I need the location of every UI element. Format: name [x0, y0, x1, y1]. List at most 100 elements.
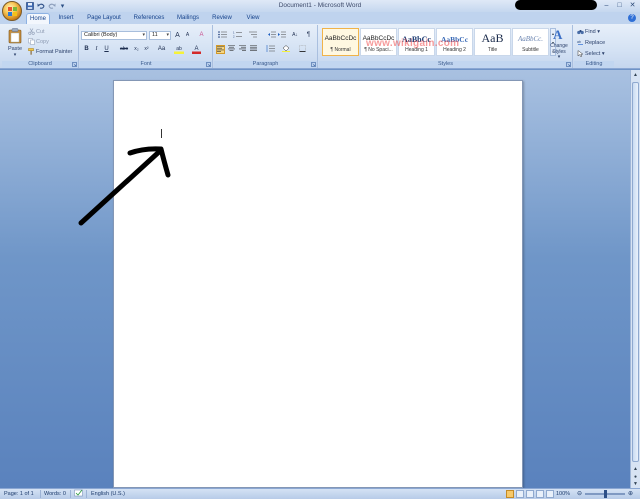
- language-indicator[interactable]: English (U.S.): [91, 489, 125, 499]
- close-button[interactable]: ✕: [627, 1, 638, 10]
- style-normal[interactable]: AaBbCcDc ¶ Normal: [322, 28, 359, 56]
- full-screen-reading-view-button[interactable]: [516, 490, 524, 498]
- bullets-button[interactable]: [216, 31, 229, 40]
- align-left-icon: [217, 46, 224, 52]
- tab-home[interactable]: Home: [26, 13, 50, 24]
- word-count[interactable]: Words: 0: [44, 489, 66, 499]
- ribbon: Paste ▾ Cut Copy Format Painter Clipboar…: [0, 24, 640, 69]
- zoom-level[interactable]: 100%: [556, 489, 570, 499]
- styles-dialog-launcher[interactable]: ↘: [566, 62, 571, 67]
- cut-button[interactable]: Cut: [28, 28, 45, 36]
- minimize-button[interactable]: ‒: [601, 1, 612, 10]
- scrollbar-thumb[interactable]: [632, 82, 639, 462]
- redacted-area: [515, 0, 597, 10]
- status-bar: Page: 1 of 1 Words: 0 English (U.S.) 100…: [0, 488, 640, 499]
- zoom-slider-handle[interactable]: [604, 490, 607, 498]
- zoom-out-icon[interactable]: ⊖: [577, 489, 582, 499]
- find-label: Find: [585, 29, 596, 35]
- clear-formatting-button[interactable]: A: [197, 31, 206, 40]
- copy-label: Copy: [36, 39, 49, 45]
- zoom-in-icon[interactable]: ⊕: [628, 489, 633, 499]
- underline-button[interactable]: U: [102, 45, 111, 54]
- decrease-indent-button[interactable]: [267, 31, 276, 40]
- highlight-button[interactable]: ab: [174, 45, 184, 54]
- shrink-font-button[interactable]: A: [183, 31, 192, 40]
- subscript-button[interactable]: x₂: [132, 45, 141, 54]
- font-name-combo[interactable]: Calibri (Body) ▾: [81, 31, 147, 40]
- draft-view-button[interactable]: [546, 490, 554, 498]
- vertical-scrollbar[interactable]: ▲ ▲ ● ▼: [630, 70, 640, 488]
- font-group: Calibri (Body) ▾ 11 ▾ A A A B I U abc x₂ x…: [80, 25, 213, 68]
- format-painter-button[interactable]: Format Painter: [28, 48, 72, 56]
- styles-group-label: Styles: [319, 61, 572, 68]
- style-name: Subtitle: [522, 47, 539, 53]
- font-size-combo[interactable]: 11 ▾: [149, 31, 171, 40]
- justify-button[interactable]: [249, 45, 258, 54]
- proofing-icon[interactable]: [74, 489, 84, 499]
- paste-button[interactable]: Paste ▾: [4, 27, 26, 59]
- shading-button[interactable]: [280, 45, 292, 54]
- style-name: ¶ Normal: [330, 47, 351, 53]
- replace-button[interactable]: ab Replace: [577, 39, 605, 47]
- grow-font-button[interactable]: A: [173, 31, 182, 40]
- binoculars-icon: [577, 28, 584, 35]
- tab-page-layout[interactable]: Page Layout: [84, 13, 124, 24]
- show-formatting-button[interactable]: ¶: [304, 31, 313, 40]
- style-sample: AaBbCc.: [517, 35, 544, 43]
- next-page-icon[interactable]: ▼: [632, 480, 639, 488]
- select-label: Select: [585, 51, 601, 57]
- page-count[interactable]: Page: 1 of 1: [4, 489, 34, 499]
- paste-dropdown-icon[interactable]: ▾: [4, 52, 26, 58]
- italic-button[interactable]: I: [92, 45, 101, 54]
- multilevel-list-icon: [249, 31, 257, 38]
- help-icon[interactable]: ?: [628, 14, 636, 22]
- style-title[interactable]: AaB Title: [474, 28, 511, 56]
- align-center-button[interactable]: [227, 45, 236, 54]
- font-dialog-launcher[interactable]: ↘: [206, 62, 211, 67]
- chevron-down-icon: ▾: [142, 32, 145, 38]
- tab-insert[interactable]: Insert: [54, 13, 78, 24]
- tab-references[interactable]: References: [130, 13, 168, 24]
- paragraph-dialog-launcher[interactable]: ↘: [311, 62, 316, 67]
- replace-label: Replace: [585, 40, 606, 46]
- svg-text:ab: ab: [577, 40, 581, 44]
- strikethrough-button[interactable]: abc: [118, 45, 130, 54]
- bold-button[interactable]: B: [82, 45, 91, 54]
- outline-view-button[interactable]: [536, 490, 544, 498]
- scissors-icon: [28, 28, 35, 35]
- tab-view[interactable]: View: [242, 13, 264, 24]
- style-sample: AaB: [481, 31, 504, 45]
- title-bar: ▾ Document1 - Microsoft Word ‒ □ ✕: [0, 0, 640, 12]
- print-layout-view-button[interactable]: [506, 490, 514, 498]
- find-button[interactable]: Find ▾: [577, 28, 600, 36]
- multilevel-list-button[interactable]: [246, 31, 259, 40]
- superscript-button[interactable]: x²: [142, 45, 151, 54]
- change-case-button[interactable]: Aa: [156, 45, 167, 54]
- style-subtitle[interactable]: AaBbCc. Subtitle: [512, 28, 549, 56]
- copy-button[interactable]: Copy: [28, 38, 49, 46]
- scroll-up-icon[interactable]: ▲: [632, 71, 639, 79]
- previous-page-icon[interactable]: ▲: [632, 465, 639, 473]
- align-left-button[interactable]: [216, 45, 225, 54]
- annotation-arrow-icon: [78, 146, 171, 226]
- numbering-button[interactable]: 12: [231, 31, 244, 40]
- clipboard-dialog-launcher[interactable]: ↘: [72, 62, 77, 67]
- increase-indent-button[interactable]: [277, 31, 286, 40]
- font-color-button[interactable]: A: [192, 45, 201, 54]
- chevron-down-icon: ▾: [597, 29, 600, 35]
- bullets-icon: [218, 31, 227, 38]
- web-layout-view-button[interactable]: [526, 490, 534, 498]
- maximize-button[interactable]: □: [614, 1, 625, 10]
- sort-button[interactable]: A↓: [290, 31, 300, 40]
- align-right-button[interactable]: [238, 45, 247, 54]
- tab-mailings[interactable]: Mailings: [173, 13, 203, 24]
- paragraph-group: 12 A↓ ¶ Paragraph ↘: [214, 25, 318, 68]
- select-button[interactable]: Select ▾: [577, 50, 605, 58]
- line-spacing-button[interactable]: [264, 45, 276, 54]
- borders-button[interactable]: [296, 45, 308, 54]
- change-styles-control[interactable]: A Change Styles ▾: [546, 27, 572, 61]
- borders-icon: [298, 45, 306, 52]
- tab-review[interactable]: Review: [208, 13, 236, 24]
- office-button[interactable]: [2, 1, 22, 21]
- document-page[interactable]: [113, 80, 523, 488]
